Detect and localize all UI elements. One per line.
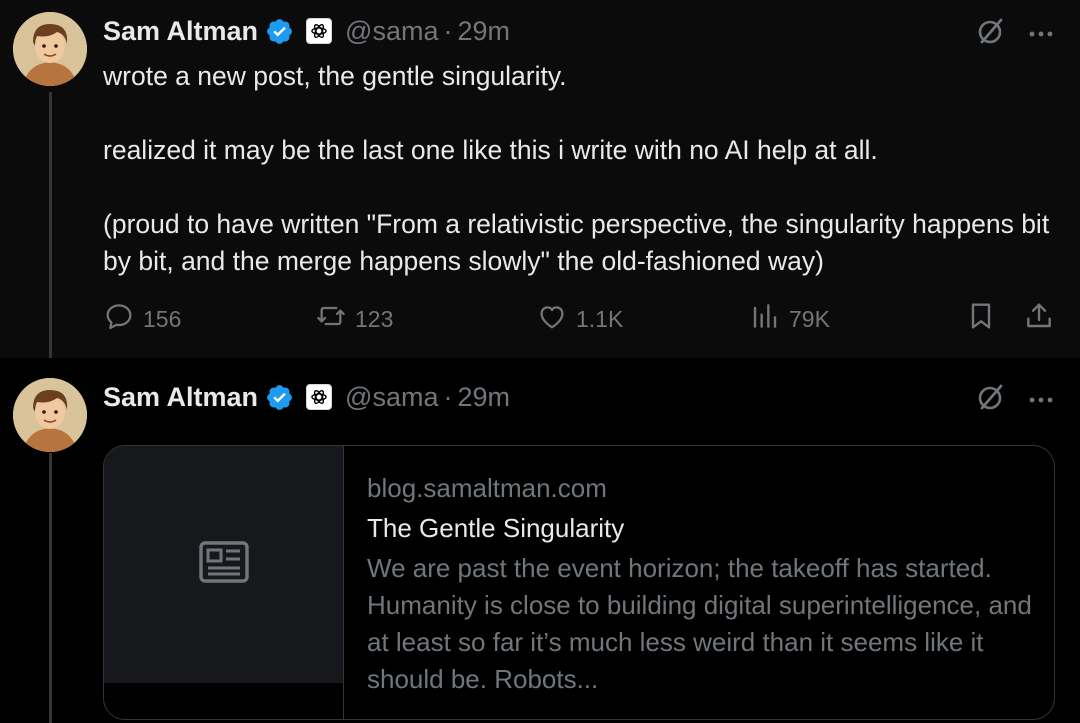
link-preview-card[interactable]: blog.samaltman.com The Gentle Singularit… [103, 445, 1055, 720]
reply-count: 156 [143, 305, 182, 332]
card-thumbnail[interactable] [104, 446, 344, 683]
repost-icon [315, 300, 347, 338]
separator-dot: · [443, 381, 453, 412]
grok-icon[interactable] [976, 16, 1006, 51]
more-icon[interactable] [1028, 25, 1054, 43]
openai-logo-icon[interactable] [306, 384, 333, 410]
post-time[interactable]: 29m [457, 382, 510, 413]
reply-button[interactable]: 156 [103, 302, 181, 336]
grok-icon[interactable] [976, 382, 1006, 417]
author-name[interactable]: Sam Altman [103, 382, 258, 413]
separator-dot: · [443, 15, 453, 46]
post-text-line: (proud to have written "From a relativis… [103, 209, 1050, 276]
thread-line [49, 453, 52, 723]
thread-line [49, 92, 52, 358]
post-header: Sam Altman @sama · 29m [103, 13, 510, 49]
avatar[interactable] [13, 12, 87, 86]
card-thumbnail-footer [104, 683, 344, 719]
post-time[interactable]: 29m [457, 16, 510, 47]
post-text-line: realized it may be the last one like thi… [103, 135, 878, 165]
like-button[interactable]: 1.1K [536, 302, 623, 336]
post-action-bar: 156 123 1.1K 79K [103, 302, 1055, 336]
avatar[interactable] [13, 378, 87, 452]
card-domain[interactable]: blog.samaltman.com [367, 470, 1037, 506]
card-text: blog.samaltman.com The Gentle Singularit… [367, 470, 1037, 698]
verified-badge-icon[interactable] [265, 383, 294, 412]
share-button[interactable] [1023, 302, 1055, 336]
openai-logo-icon[interactable] [306, 18, 333, 44]
article-icon [198, 541, 249, 588]
views-button[interactable]: 79K [749, 302, 830, 336]
views-count: 79K [789, 305, 830, 332]
like-icon [536, 300, 568, 338]
card-title[interactable]: The Gentle Singularity [367, 510, 1037, 546]
post-top-actions [976, 382, 1054, 417]
post-header: Sam Altman @sama · 29m [103, 379, 510, 415]
like-count: 1.1K [576, 305, 624, 332]
post-top-actions [976, 16, 1054, 51]
author-handle[interactable]: @sama [345, 382, 438, 413]
post-text: wrote a new post, the gentle singularity… [103, 58, 1063, 280]
bookmark-button[interactable] [965, 302, 997, 336]
share-icon [1023, 300, 1055, 338]
post-text-line: wrote a new post, the gentle singularity… [103, 61, 567, 91]
bookmark-icon [965, 300, 997, 338]
views-icon [749, 300, 781, 338]
author-handle[interactable]: @sama [345, 16, 438, 47]
post-1[interactable]: Sam Altman @sama · 29m wrote a new post,… [0, 0, 1080, 358]
verified-badge-icon[interactable] [265, 17, 294, 46]
repost-button[interactable]: 123 [315, 302, 393, 336]
author-name[interactable]: Sam Altman [103, 16, 258, 47]
card-description: We are past the event horizon; the takeo… [367, 553, 1032, 694]
more-icon[interactable] [1028, 391, 1054, 409]
reply-icon [103, 300, 135, 338]
repost-count: 123 [355, 305, 394, 332]
